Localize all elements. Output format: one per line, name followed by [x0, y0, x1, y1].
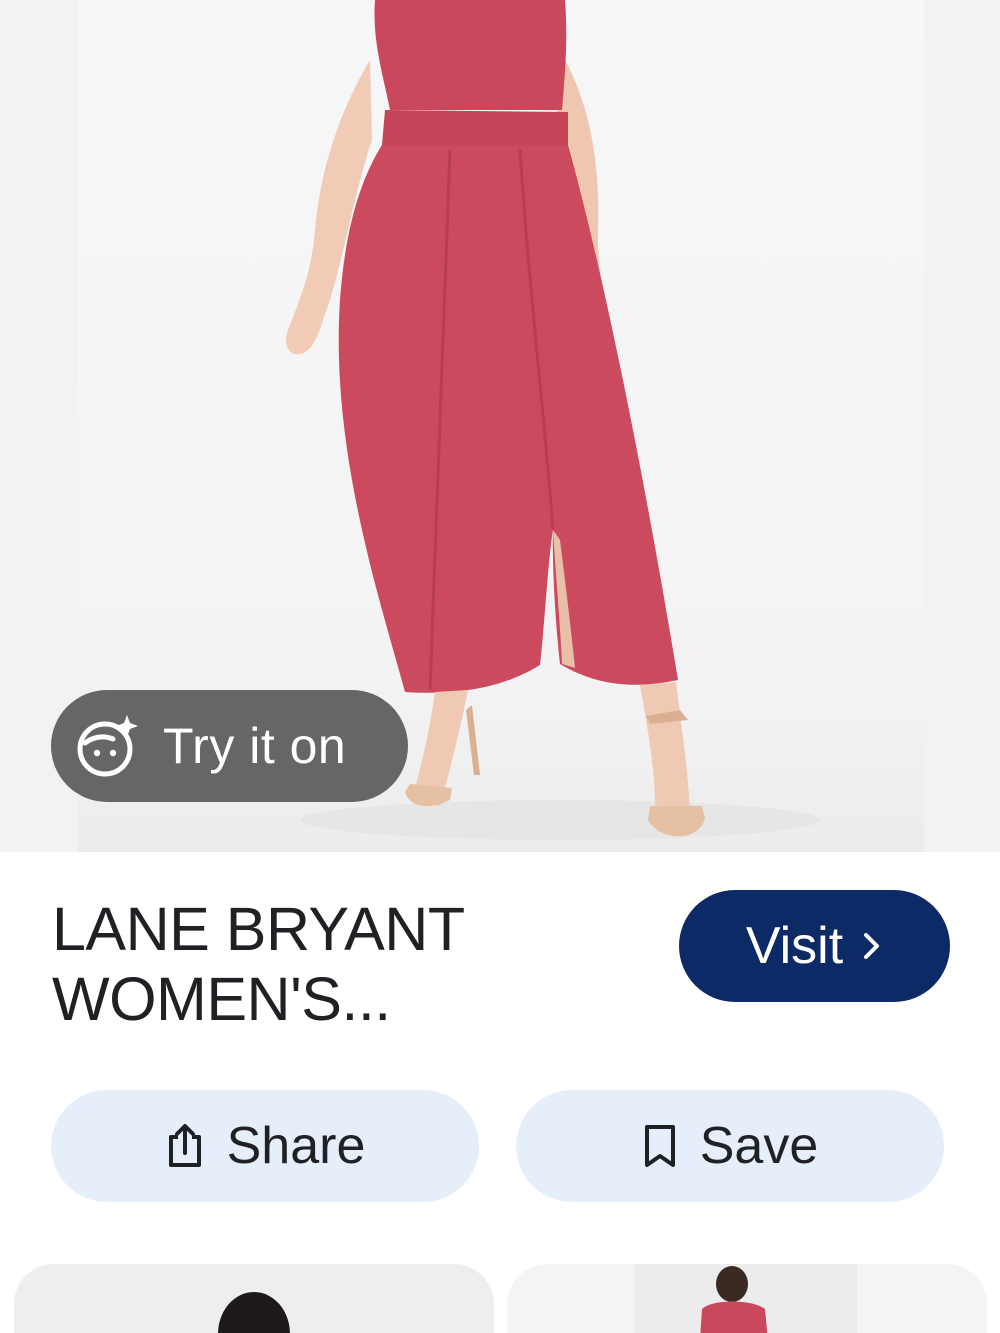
- save-label: Save: [699, 1117, 819, 1175]
- chevron-right-icon: [864, 933, 880, 959]
- try-it-on-button[interactable]: Try it on: [51, 690, 408, 802]
- share-icon: [168, 1124, 201, 1167]
- bookmark-icon: [644, 1125, 675, 1167]
- visit-label: Visit: [745, 917, 844, 975]
- try-it-on-label: Try it on: [163, 718, 347, 774]
- related-product-thumbnail: [218, 1292, 290, 1333]
- share-label: Share: [226, 1117, 366, 1175]
- visit-button[interactable]: Visit: [679, 890, 950, 1002]
- product-title-line-2: WOMEN'S...: [52, 965, 391, 1033]
- related-product-card[interactable]: [507, 1264, 987, 1333]
- product-image[interactable]: Try it on: [0, 0, 1000, 852]
- related-product-card[interactable]: [14, 1264, 494, 1333]
- product-title[interactable]: LANE BRYANT WOMEN'S...: [52, 894, 572, 1034]
- face-sparkle-icon: [77, 715, 138, 777]
- save-button[interactable]: Save: [516, 1090, 944, 1202]
- share-button[interactable]: Share: [51, 1090, 479, 1202]
- product-title-line-1: LANE BRYANT: [52, 895, 465, 963]
- related-product-thumbnail: [635, 1264, 857, 1333]
